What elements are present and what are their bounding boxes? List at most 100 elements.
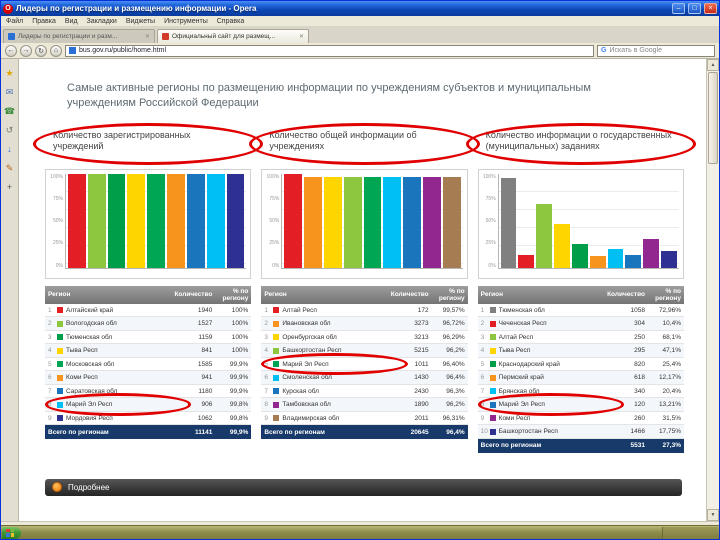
- add-panel-icon[interactable]: +: [7, 183, 12, 192]
- legend-color-swatch: [489, 347, 496, 354]
- back-icon[interactable]: ←: [5, 44, 17, 57]
- browser-tab[interactable]: Лидеры по регистрации и разм... ✕: [3, 29, 155, 43]
- opera-logo-icon: O: [3, 3, 13, 14]
- tab-close-icon[interactable]: ✕: [145, 33, 150, 40]
- y-tick-label: 25%: [52, 240, 63, 247]
- total-pct: 99,9%: [229, 428, 249, 436]
- search-input[interactable]: G Искать в Google: [597, 44, 715, 57]
- percent-value: 31,5%: [662, 414, 681, 422]
- row-number: 2: [480, 320, 485, 328]
- scroll-down-icon[interactable]: ▼: [707, 509, 719, 521]
- region-name: Тыва Респ: [498, 347, 531, 355]
- table-row[interactable]: 8 Марий Эл Респ 120 13,21%: [477, 393, 684, 416]
- history-icon[interactable]: ↺: [6, 126, 14, 135]
- column-header-region: Регион: [48, 291, 71, 299]
- table-row[interactable]: 5 Марий Эл Респ 1011 96,40%: [261, 353, 468, 375]
- table-row[interactable]: 3 Оренбургская обл 3213 96,29%: [261, 330, 468, 345]
- reload-icon[interactable]: ↻: [35, 44, 47, 57]
- mail-icon[interactable]: ✉: [6, 88, 14, 97]
- percent-value: 96,31%: [442, 414, 465, 422]
- region-name: Краснодарский край: [498, 360, 560, 368]
- table-row[interactable]: 2 Чеченская Респ 304 10,4%: [477, 317, 684, 331]
- tab-label: Лидеры по регистрации и разм...: [18, 33, 118, 40]
- region-name: Мордовия Респ: [66, 414, 113, 422]
- notes-icon[interactable]: ✎: [6, 164, 14, 173]
- percent-value: 68,1%: [662, 333, 681, 341]
- legend-color-swatch: [489, 374, 496, 381]
- chart-bar: [284, 174, 303, 268]
- side-panel-bar: ★ ✉ ☎ ↺ ↓ ✎ +: [1, 59, 19, 521]
- region-table: Регион Количество % по региону 1 Тюменска…: [477, 285, 684, 453]
- menu-item-вид[interactable]: Вид: [65, 18, 78, 25]
- menu-item-инструменты[interactable]: Инструменты: [164, 18, 208, 25]
- scrollbar-thumb[interactable]: [708, 72, 718, 164]
- menu-item-справка[interactable]: Справка: [217, 18, 244, 25]
- count-value: 1585: [197, 360, 213, 368]
- minimize-button[interactable]: –: [672, 3, 685, 14]
- menu-item-файл[interactable]: Файл: [6, 18, 23, 25]
- table-row[interactable]: 1 Тюменская обл 1058 72,96%: [477, 303, 684, 318]
- row-number: 8: [48, 401, 52, 409]
- y-tick-label: 75%: [269, 195, 280, 202]
- table-row[interactable]: 7 Саратовская обл 1180 99,9%: [45, 384, 252, 399]
- table-row[interactable]: 7 Курская обл 2430 96,3%: [261, 384, 468, 399]
- browser-tab[interactable]: Официальный сайт для размещ... ✕: [157, 29, 309, 43]
- table-row[interactable]: 6 Смоленская обл 1430 96,4%: [261, 371, 468, 385]
- browser-window: O Лидеры по регистрации и размещению инф…: [0, 0, 720, 540]
- close-button[interactable]: ×: [704, 3, 717, 14]
- table-row[interactable]: 4 Башкортостан Респ 5215 96,2%: [261, 344, 468, 358]
- bookmarks-star-icon[interactable]: ★: [5, 69, 13, 78]
- window-title-bar[interactable]: O Лидеры по регистрации и размещению инф…: [1, 1, 719, 16]
- table-row[interactable]: 8 Марий Эл Респ 906 99,8%: [45, 393, 252, 416]
- home-icon[interactable]: ⌂: [50, 44, 62, 57]
- tab-close-icon[interactable]: ✕: [299, 33, 304, 40]
- table-row[interactable]: 4 Тыва Респ 295 47,1%: [477, 344, 684, 358]
- table-row[interactable]: 6 Коми Респ 941 99,9%: [45, 371, 252, 385]
- table-row[interactable]: 3 Алтай Респ 250 68,1%: [477, 330, 684, 345]
- contacts-phone-icon[interactable]: ☎: [4, 107, 15, 116]
- table-row[interactable]: 1 Алтай Респ 172 99,57%: [261, 303, 468, 318]
- menu-item-правка[interactable]: Правка: [32, 18, 56, 25]
- menu-bar: Файл Правка Вид Закладки Виджеты Инструменты С…: [1, 16, 719, 27]
- table-body: 1 Тюменская обл 1058 72,96% 2 Чеченская Респ 3…: [477, 303, 684, 439]
- table-row[interactable]: 10 Башкортостан Респ 1466 17,75%: [477, 425, 684, 439]
- menu-item-виджеты[interactable]: Виджеты: [126, 18, 155, 25]
- legend-color-swatch: [489, 415, 496, 422]
- table-row[interactable]: 2 Вологодская обл 1527 100%: [45, 317, 252, 331]
- chart-y-axis: 100% 75% 50% 25% 0%: [481, 174, 498, 269]
- column-header-label: Количество общей информации об учреждени…: [269, 129, 417, 151]
- chart-bar: [323, 177, 342, 268]
- maximize-button[interactable]: □: [688, 3, 701, 14]
- table-row[interactable]: 9 Мордовия Респ 1062 99,8%: [45, 411, 252, 426]
- vertical-scrollbar[interactable]: ▲ ▼: [706, 59, 719, 521]
- table-row[interactable]: 6 Пермский край 618 12,17%: [477, 371, 684, 385]
- region-name: Саратовская обл: [66, 387, 118, 395]
- region-name: Башкортостан Респ: [498, 428, 558, 436]
- row-number: 6: [264, 374, 268, 382]
- address-input[interactable]: bus.gov.ru/public/home.html: [65, 44, 594, 57]
- region-name: Башкортостан Респ: [282, 347, 342, 355]
- table-row[interactable]: 9 Владимирская обл 2011 96,31%: [261, 411, 468, 426]
- search-placeholder: Искать в Google: [609, 47, 662, 54]
- table-row[interactable]: 5 Московская обл 1585 99,9%: [45, 357, 252, 372]
- table-row[interactable]: 4 Тыва Респ 841 100%: [45, 344, 252, 358]
- table-row[interactable]: 8 Тамбовская обл 1890 96,2%: [261, 398, 468, 412]
- table-row[interactable]: 2 Ивановская обл 3273 96,72%: [261, 317, 468, 331]
- table-row[interactable]: 3 Тюменская обл 1159 100%: [45, 330, 252, 345]
- count-value: 2011: [414, 414, 429, 422]
- table-row[interactable]: 7 Брянская обл 340 20,4%: [477, 384, 684, 399]
- start-button[interactable]: [2, 526, 21, 539]
- chart-bar: [226, 173, 245, 268]
- count-value: 1466: [630, 428, 645, 436]
- scroll-up-icon[interactable]: ▲: [707, 59, 719, 71]
- downloads-icon[interactable]: ↓: [7, 145, 12, 154]
- forward-icon[interactable]: →: [20, 44, 32, 57]
- table-row[interactable]: 9 Коми Респ 260 31,5%: [477, 411, 684, 426]
- scrollbar-track[interactable]: [707, 165, 719, 509]
- menu-item-закладки[interactable]: Закладки: [87, 18, 117, 25]
- chart-bar: [423, 177, 441, 268]
- table-row[interactable]: 1 Алтайский край 1940 100%: [45, 303, 252, 318]
- details-button[interactable]: Подробнее: [45, 478, 682, 496]
- row-number: 3: [480, 333, 485, 341]
- table-row[interactable]: 5 Краснодарский край 820 25,4%: [477, 357, 684, 372]
